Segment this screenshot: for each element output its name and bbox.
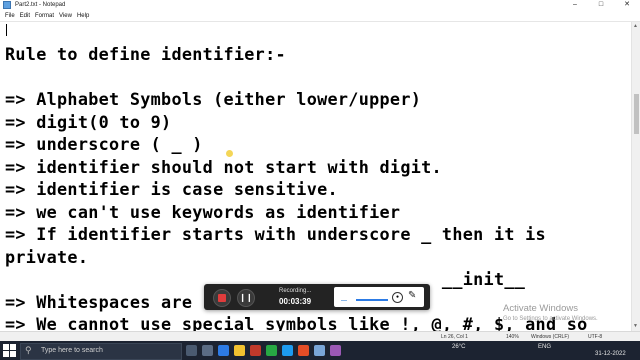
encoding: UTF-8 xyxy=(588,334,603,340)
file-explorer-icon[interactable] xyxy=(234,345,245,356)
scroll-down-icon[interactable]: ▼ xyxy=(633,323,638,329)
watermark-title: Activate Windows xyxy=(503,303,578,314)
cursor-position: Ln 26, Col 1 xyxy=(441,334,468,340)
window-title: Part2.txt - Notepad xyxy=(15,2,66,8)
vscode-icon[interactable] xyxy=(282,345,293,356)
text-caret xyxy=(6,24,7,36)
task-view-icon[interactable] xyxy=(202,345,213,356)
weather-temp[interactable]: 26°C xyxy=(452,344,465,350)
activate-windows-watermark: Activate Windows Go to Settings to activ… xyxy=(503,303,598,322)
menu-edit[interactable]: Edit xyxy=(20,13,30,19)
volume-slider[interactable] xyxy=(356,299,388,301)
text-line: => digit(0 to 9) xyxy=(5,112,172,132)
notepad-taskbar-icon[interactable] xyxy=(314,345,325,356)
stop-recording-button[interactable] xyxy=(213,289,231,307)
text-line: => underscore ( _ ) xyxy=(5,134,203,154)
language-indicator[interactable]: ENG xyxy=(538,344,551,350)
recording-timer: 00:03:39 xyxy=(279,297,312,306)
text-line: => identifier is case sensitive. xyxy=(5,179,338,199)
minimize-button[interactable]: – xyxy=(562,0,588,10)
text-line: => Alphabet Symbols (either lower/upper) xyxy=(5,89,422,109)
recorder-controls: ● ✎ xyxy=(334,287,424,307)
search-icon: ⚲ xyxy=(25,345,32,355)
text-line: Rule to define identifier:- xyxy=(5,44,286,64)
search-placeholder: Type here to search xyxy=(41,347,103,354)
text-line: => We cannot use special symbols like !,… xyxy=(5,314,588,331)
menu-help[interactable]: Help xyxy=(77,13,89,19)
text-line: => identifier should not start with digi… xyxy=(5,157,442,177)
line-ending: Windows (CRLF) xyxy=(531,334,570,340)
edge-icon[interactable] xyxy=(218,345,229,356)
scroll-up-icon[interactable]: ▲ xyxy=(633,23,638,29)
dash-icon xyxy=(341,300,347,301)
recording-label: Recording... xyxy=(279,288,312,294)
notepad-icon xyxy=(3,1,11,9)
menu-file[interactable]: File xyxy=(5,13,15,19)
pause-button[interactable]: ❙❙ xyxy=(237,289,255,307)
watermark-subtitle: Go to Settings to activate Windows. xyxy=(503,316,598,322)
menu-format[interactable]: Format xyxy=(35,13,54,19)
menu-bar: File Edit Format View Help xyxy=(0,10,640,22)
cortana-icon[interactable] xyxy=(186,345,197,356)
vertical-scrollbar[interactable]: ▲ ▼ xyxy=(631,22,640,331)
text-line: => we can't use keywords as identifier xyxy=(5,202,401,222)
chrome-icon[interactable] xyxy=(266,345,277,356)
pen-icon[interactable]: ✎ xyxy=(408,290,416,301)
text-line: => If identifier starts with underscore … xyxy=(5,224,546,244)
title-bar: Part2.txt - Notepad – □ ✕ xyxy=(0,0,640,10)
windows-logo-icon xyxy=(3,344,9,350)
mouse-pointer-highlight xyxy=(226,150,233,157)
recording-toolbar: ❙❙ Recording... 00:03:39 ● ✎ xyxy=(204,284,430,310)
app-icon[interactable] xyxy=(330,345,341,356)
zoom-level: 140% xyxy=(506,334,519,340)
firefox-icon[interactable] xyxy=(298,345,309,356)
menu-view[interactable]: View xyxy=(59,13,72,19)
close-button[interactable]: ✕ xyxy=(614,0,640,10)
text-line: private. xyxy=(5,247,89,267)
text-line: => Whitespaces are xyxy=(5,292,193,312)
microphone-icon[interactable]: ● xyxy=(392,292,403,303)
maximize-button[interactable]: □ xyxy=(588,0,614,10)
taskbar-date[interactable]: 31-12-2022 xyxy=(595,351,626,357)
start-button[interactable] xyxy=(3,344,16,357)
scroll-thumb[interactable] xyxy=(634,94,639,134)
taskbar-search[interactable]: ⚲ Type here to search xyxy=(20,343,182,360)
office-icon[interactable] xyxy=(250,345,261,356)
window-controls: – □ ✕ xyxy=(562,0,640,10)
taskbar: ⚲ Type here to search 26°C ENG 31-12-202… xyxy=(0,341,640,360)
